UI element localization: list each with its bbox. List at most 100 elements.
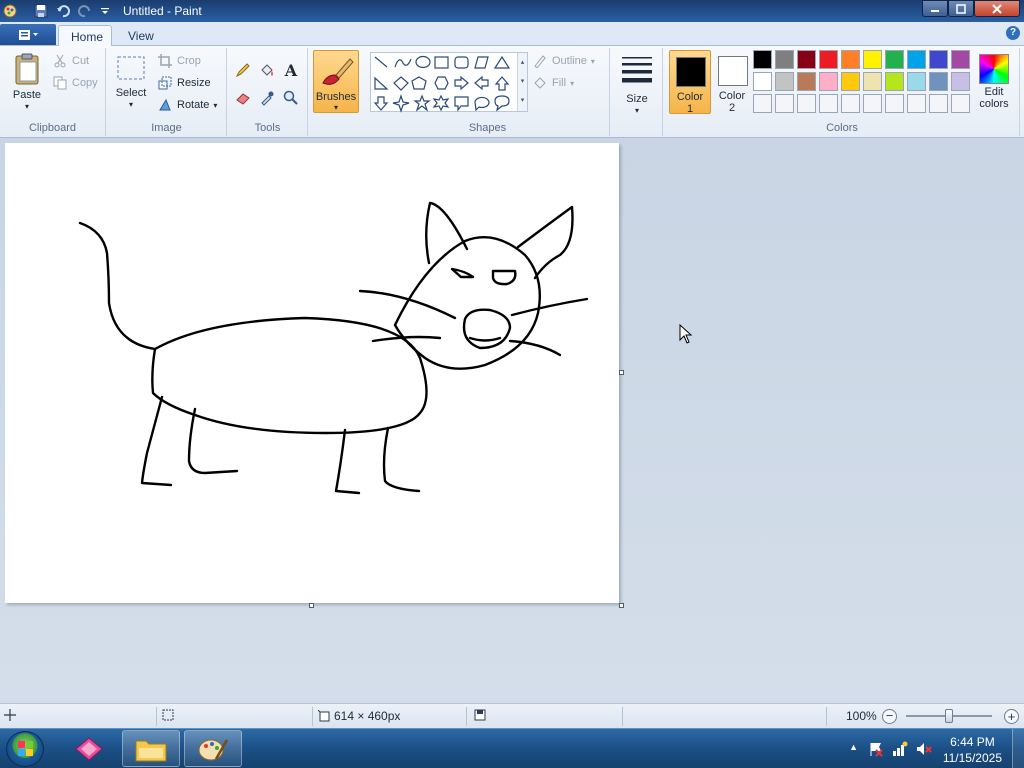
resize-button[interactable]: Resize <box>157 74 211 92</box>
canvas-size-icon <box>318 710 330 722</box>
cat-drawing <box>78 201 589 495</box>
eraser-tool-button[interactable] <box>233 88 253 108</box>
tools-group: A Tools <box>228 48 308 136</box>
size-group: Size ▾ <box>611 48 663 136</box>
clock[interactable]: 6:44 PM 11/15/2025 <box>943 734 1002 766</box>
size-label: Size <box>626 93 648 105</box>
taskbar-app-1[interactable] <box>60 730 118 767</box>
windows-logo-icon <box>18 741 33 756</box>
outline-dropdown-icon: ▾ <box>590 56 595 66</box>
save-icon[interactable] <box>33 3 49 19</box>
brushes-label: Brushes <box>315 91 357 103</box>
maximize-button[interactable] <box>948 0 974 17</box>
drawing-canvas[interactable] <box>5 143 619 603</box>
zoom-level: 100% <box>846 709 877 723</box>
resize-label: Resize <box>177 77 211 89</box>
ribbon: Paste ▾ Cut Copy Clipboard Select ▾ Crop… <box>0 46 1024 138</box>
title-bar: Untitled - Paint <box>0 0 1024 22</box>
volume-muted-icon[interactable] <box>916 741 932 757</box>
selection-icon <box>162 709 174 721</box>
fill-tool-button[interactable] <box>257 60 277 80</box>
clock-date: 11/15/2025 <box>942 751 1002 765</box>
cursor-position <box>4 709 16 721</box>
cut-label: Cut <box>72 55 90 67</box>
clipboard-group: Paste ▾ Cut Copy Clipboard <box>0 48 106 136</box>
pencil-tool-button[interactable] <box>233 60 253 80</box>
taskbar-paint[interactable] <box>184 730 242 767</box>
outline-button[interactable]: Outline ▾ <box>532 52 595 70</box>
shapes-scroll[interactable]: ▴ ▾ ▾ <box>517 53 527 111</box>
canvas-workspace[interactable] <box>0 138 1024 703</box>
fill-dropdown-icon: ▾ <box>570 78 575 88</box>
folder-icon <box>135 740 167 761</box>
ribbon-tab-row: Home View ? <box>0 22 1024 47</box>
paste-button[interactable]: Paste ▾ <box>8 52 46 113</box>
taskbar-file-explorer[interactable] <box>122 730 180 767</box>
action-center-flag-icon[interactable] <box>868 741 884 757</box>
select-button[interactable]: Select ▾ <box>113 52 149 111</box>
mouse-cursor-icon <box>679 323 693 347</box>
network-icon[interactable] <box>892 741 908 757</box>
colors-group: Colors <box>665 48 1020 136</box>
canvas-size: 614 × 460px <box>318 709 400 723</box>
shapes-gallery: ▴ ▾ ▾ <box>370 52 528 113</box>
crop-button[interactable]: Crop <box>157 52 201 70</box>
show-desktop-button[interactable] <box>1012 729 1024 768</box>
clipboard-group-label: Clipboard <box>28 122 77 134</box>
rotate-button[interactable]: Rotate ▾ <box>157 96 217 114</box>
paste-dropdown-icon[interactable]: ▾ <box>8 101 46 113</box>
copy-button[interactable]: Copy <box>52 74 98 92</box>
customize-quick-access-icon[interactable] <box>97 3 113 19</box>
tools-group-label: Tools <box>254 122 281 134</box>
canvas-size-text: 614 × 460px <box>334 709 401 723</box>
help-icon[interactable]: ? <box>1006 26 1020 40</box>
brushes-button[interactable]: Brushes ▾ <box>313 50 359 113</box>
color-picker-tool-button[interactable] <box>257 88 277 108</box>
redo-icon[interactable] <box>77 3 93 19</box>
shapes-group-label: Shapes <box>468 122 507 134</box>
select-icon <box>117 56 145 80</box>
crop-label: Crop <box>177 55 201 67</box>
taskbar: ▲ 6:44 PM 11/15/2025 <box>0 728 1024 768</box>
pencil-icon <box>235 63 250 78</box>
copy-icon <box>52 75 68 91</box>
disk-icon <box>474 709 486 721</box>
outline-label: Outline <box>552 55 587 67</box>
crosshair-icon <box>4 709 16 721</box>
select-dropdown-icon[interactable]: ▾ <box>113 99 149 111</box>
line-size-icon <box>622 57 652 83</box>
paint-app-icon[interactable] <box>2 3 18 19</box>
minimize-button[interactable] <box>922 0 948 17</box>
resize-handle-bottom[interactable] <box>309 603 314 608</box>
resize-icon <box>157 75 173 91</box>
zoom-slider-thumb[interactable] <box>945 709 953 723</box>
text-tool-button[interactable]: A <box>281 60 301 80</box>
paint-menu-button[interactable] <box>0 24 56 45</box>
magnifier-tool-button[interactable] <box>281 88 301 108</box>
show-hidden-icons-button[interactable]: ▲ <box>849 742 858 752</box>
fill-icon <box>532 75 548 91</box>
colors-group-label: Colors <box>826 122 858 134</box>
start-button[interactable] <box>6 731 44 767</box>
window-controls <box>922 0 1020 18</box>
undo-icon[interactable] <box>55 3 71 19</box>
tab-view[interactable]: View <box>116 25 166 47</box>
fill-button[interactable]: Fill ▾ <box>532 74 574 92</box>
fill-label: Fill <box>552 77 567 89</box>
fill-bucket-icon <box>261 64 273 76</box>
zoom-out-button[interactable]: − <box>882 709 897 724</box>
tab-home[interactable]: Home <box>58 25 112 47</box>
status-bar: 614 × 460px 100% − + <box>0 703 1024 728</box>
cut-button[interactable]: Cut <box>52 52 89 70</box>
resize-handle-right[interactable] <box>619 370 624 375</box>
paste-label: Paste <box>12 89 42 101</box>
window-title: Untitled - Paint <box>123 4 202 18</box>
resize-handle-corner[interactable] <box>619 603 624 608</box>
close-button[interactable] <box>974 0 1020 17</box>
copy-label: Copy <box>72 77 98 89</box>
text-tool-icon: A <box>284 60 298 80</box>
brushes-dropdown-icon: ▾ <box>333 103 338 112</box>
zoom-in-button[interactable]: + <box>1004 709 1019 724</box>
size-button[interactable]: Size ▾ <box>618 54 656 117</box>
rotate-dropdown-icon[interactable]: ▾ <box>213 101 217 110</box>
